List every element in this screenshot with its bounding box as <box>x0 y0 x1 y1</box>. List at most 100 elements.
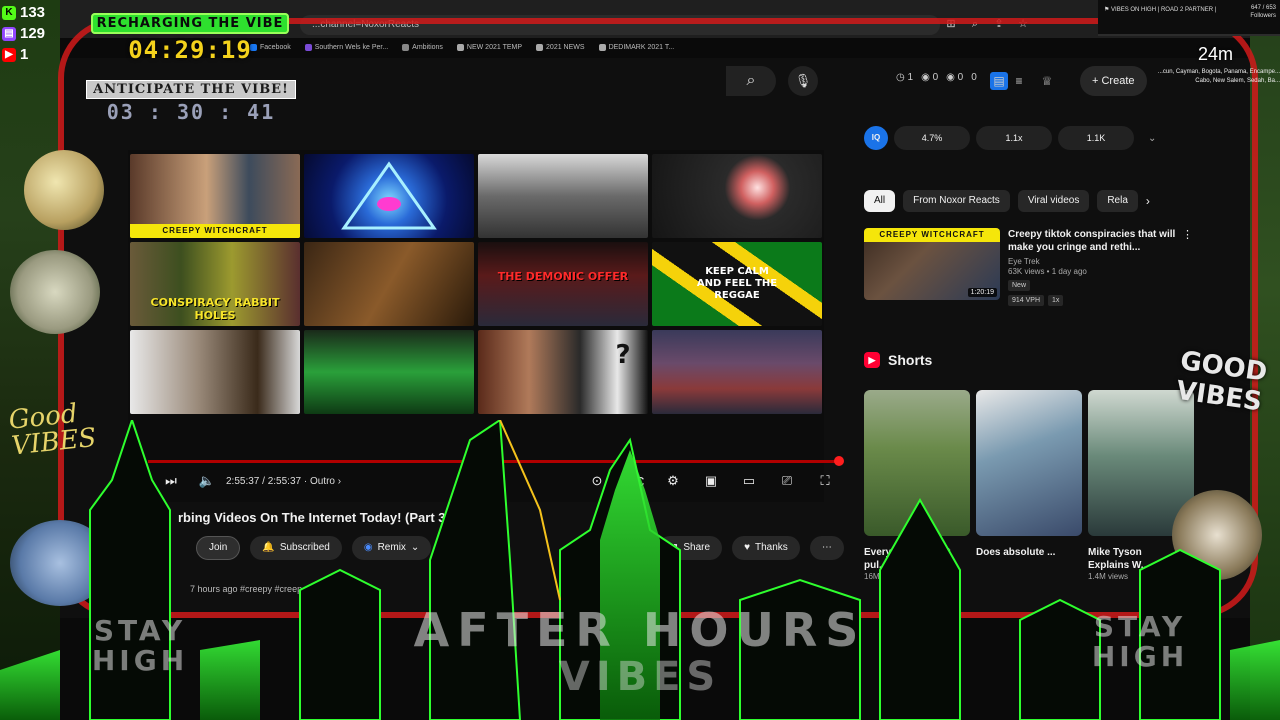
theater-icon[interactable]: ▭ <box>738 473 760 489</box>
short-thumbnail[interactable] <box>976 390 1082 536</box>
settings-icon[interactable]: ⚙ <box>662 473 684 489</box>
tile-caption: CONSPIRACY RABBIT HOLES <box>150 296 280 322</box>
bookmark[interactable]: Ambitions <box>402 40 443 54</box>
tile-caption: THE DEMONIC OFFER <box>497 270 629 283</box>
star-icon[interactable]: ☆ <box>1016 17 1030 31</box>
extension-icon[interactable]: ▤ <box>990 72 1008 90</box>
bookmark-label: Southern Wels ke Per... <box>314 43 389 51</box>
clock-stat: ◷ 1 <box>896 72 914 83</box>
anticipate-label: ANTICIPATE THE VIBE! <box>86 80 296 99</box>
thanks-button[interactable]: ♥ Thanks <box>732 536 800 560</box>
rec-title[interactable]: Creepy tiktok conspiracies that will mak… <box>1008 228 1188 254</box>
stat-pill: 4.7% <box>894 126 970 150</box>
collage-tile: CONSPIRACY RABBIT HOLES <box>130 242 300 326</box>
thanks-icon: ♥ <box>744 542 751 553</box>
recommended-video[interactable]: CREEPY WITCHCRAFT 1:20:19 Creepy tiktok … <box>864 228 1194 318</box>
stat-value: 0 <box>971 72 977 83</box>
bookmarks-bar: Facebook Southern Wels ke Per... Ambitio… <box>250 40 674 54</box>
create-button[interactable]: + Create <box>1080 66 1147 96</box>
join-button[interactable]: Join <box>196 536 241 560</box>
player-right-controls: ⊙ CC ⚙ ▣ ▭ ⎚ ⛶ <box>586 473 836 489</box>
collage-tile <box>304 330 474 414</box>
progress-handle[interactable] <box>834 456 844 466</box>
rec-duration: 1:20:19 <box>967 288 997 297</box>
site-icon <box>402 43 410 51</box>
analytics-logo[interactable]: IQ <box>864 126 888 150</box>
search-icon: ⌕ <box>746 72 756 89</box>
bookmark[interactable]: NEW 2021 TEMP <box>456 40 522 54</box>
more-icon: ⋯ <box>821 542 832 553</box>
filter-chips: All From Noxor Reacts Viral videos Rela … <box>864 190 1150 212</box>
fullscreen-icon[interactable]: ⛶ <box>814 473 836 489</box>
twitch-counter: ▤ 129 <box>2 23 45 44</box>
more-button[interactable]: ⋯ <box>809 536 844 560</box>
analytics-row: IQ 4.7% 1.1x 1.1K ⌄ <box>864 126 1204 150</box>
chip-viral[interactable]: Viral videos <box>1017 190 1090 212</box>
create-label: Create <box>1101 75 1135 87</box>
chevron-right-icon[interactable]: › <box>1146 190 1150 212</box>
address-bar[interactable]: ...channel=NoxorReacts <box>300 15 940 35</box>
volume-button[interactable]: 🔈 <box>196 473 218 489</box>
shorts-shelf: Everyone couldn't pul... 16M views Does … <box>864 390 1194 581</box>
stream-scene: ...channel=NoxorReacts ⊞ ⌕ ⇪ ☆ Facebook … <box>0 0 1280 720</box>
progress-bar[interactable] <box>148 460 836 463</box>
short-card[interactable]: Does absolute ... <box>976 390 1082 581</box>
good-vibes-right: GOOD VIBES <box>1174 346 1269 418</box>
thanks-label: Thanks <box>755 542 788 553</box>
trophy-icon[interactable]: ♕ <box>1038 72 1056 90</box>
chevron-down-icon[interactable]: ⌄ <box>1148 133 1156 144</box>
share-icon[interactable]: ⇪ <box>992 17 1006 31</box>
stat-pill: 1.1x <box>976 126 1052 150</box>
short-title[interactable]: Does absolute ... <box>976 546 1072 559</box>
share-label: Share <box>683 542 711 553</box>
video-player[interactable]: CREEPY WITCHCRAFT CONSPIRACY RABBIT HOLE… <box>128 150 824 502</box>
cast-icon[interactable]: ⎚ <box>776 473 798 489</box>
search-button[interactable]: ⌕ <box>726 66 776 96</box>
collage-tile <box>478 154 648 238</box>
collage-tile: CREEPY WITCHCRAFT <box>130 154 300 238</box>
youtube-page: ⌕ 🎙 ◷ 1 ◉ 0 ◉ 0 0 ▤ ≡ ♕ + Create CREEPY … <box>60 58 1250 618</box>
autoplay-toggle[interactable]: ⊙ <box>586 473 608 489</box>
more-vert-icon[interactable]: ⋮ <box>1182 228 1193 241</box>
bookmark[interactable]: Southern Wels ke Per... <box>304 40 389 54</box>
short-thumbnail[interactable] <box>864 390 970 536</box>
kick-counter: K 133 <box>2 2 45 23</box>
share-icon: ↗ <box>670 542 679 553</box>
chapter-label[interactable]: Outro <box>310 476 335 487</box>
tile-caption: ? <box>615 340 631 370</box>
rec-channel[interactable]: Eye Trek <box>1008 257 1188 266</box>
chip-all[interactable]: All <box>864 190 896 212</box>
widget-count-label: Followers <box>1250 13 1276 19</box>
rec-thumbnail[interactable]: CREEPY WITCHCRAFT 1:20:19 <box>864 228 1000 300</box>
next-button[interactable]: ⏭ <box>160 473 182 489</box>
subscribed-button[interactable]: 🔔 Subscribed <box>250 536 342 560</box>
bookmark[interactable]: DEDIMARK 2021 T... <box>598 40 674 54</box>
list-icon[interactable]: ≡ <box>1010 72 1028 90</box>
video-actions: ↗ Share ♥ Thanks ⋯ <box>658 536 844 560</box>
stat-value: 1 <box>907 72 914 83</box>
player-controls: ⏭ 🔈 2:55:37 / 2:55:37 · Outro › ⊙ CC ⚙ ▣… <box>160 470 836 492</box>
bookmark[interactable]: 2021 NEWS <box>536 40 585 54</box>
short-title[interactable]: Everyone couldn't pul... <box>864 546 960 572</box>
stay-high-left: STAY HIGH <box>91 614 189 677</box>
remix-button[interactable]: ◉ Remix ⌄ <box>351 536 432 560</box>
short-title[interactable]: Mike Tyson Explains W... <box>1088 546 1184 572</box>
share-button[interactable]: ↗ Share <box>658 536 723 560</box>
folder-icon <box>456 43 464 51</box>
after-hours-title: AFTER HOURS <box>413 603 867 657</box>
browser-icons: ⊞ ⌕ ⇪ ☆ <box>944 17 1030 31</box>
anticipate-timer: ANTICIPATE THE VIBE! 03 : 30 : 41 <box>40 80 342 128</box>
chip-related[interactable]: Rela <box>1097 190 1138 212</box>
zoom-icon[interactable]: ⌕ <box>968 17 982 31</box>
remix-label: Remix <box>377 542 406 553</box>
channel-actions: Join 🔔 Subscribed ◉ Remix ⌄ <box>196 536 432 560</box>
chip-channel[interactable]: From Noxor Reacts <box>903 190 1010 212</box>
miniplayer-icon[interactable]: ▣ <box>700 473 722 489</box>
twitch-icon: ▤ <box>2 26 16 41</box>
captions-button[interactable]: CC <box>624 474 646 489</box>
rec-badges: New <box>1008 280 1188 291</box>
install-icon[interactable]: ⊞ <box>944 17 958 31</box>
short-card[interactable]: Everyone couldn't pul... 16M views <box>864 390 970 581</box>
voice-search-button[interactable]: 🎙 <box>788 66 818 96</box>
collage-tile <box>130 330 300 414</box>
